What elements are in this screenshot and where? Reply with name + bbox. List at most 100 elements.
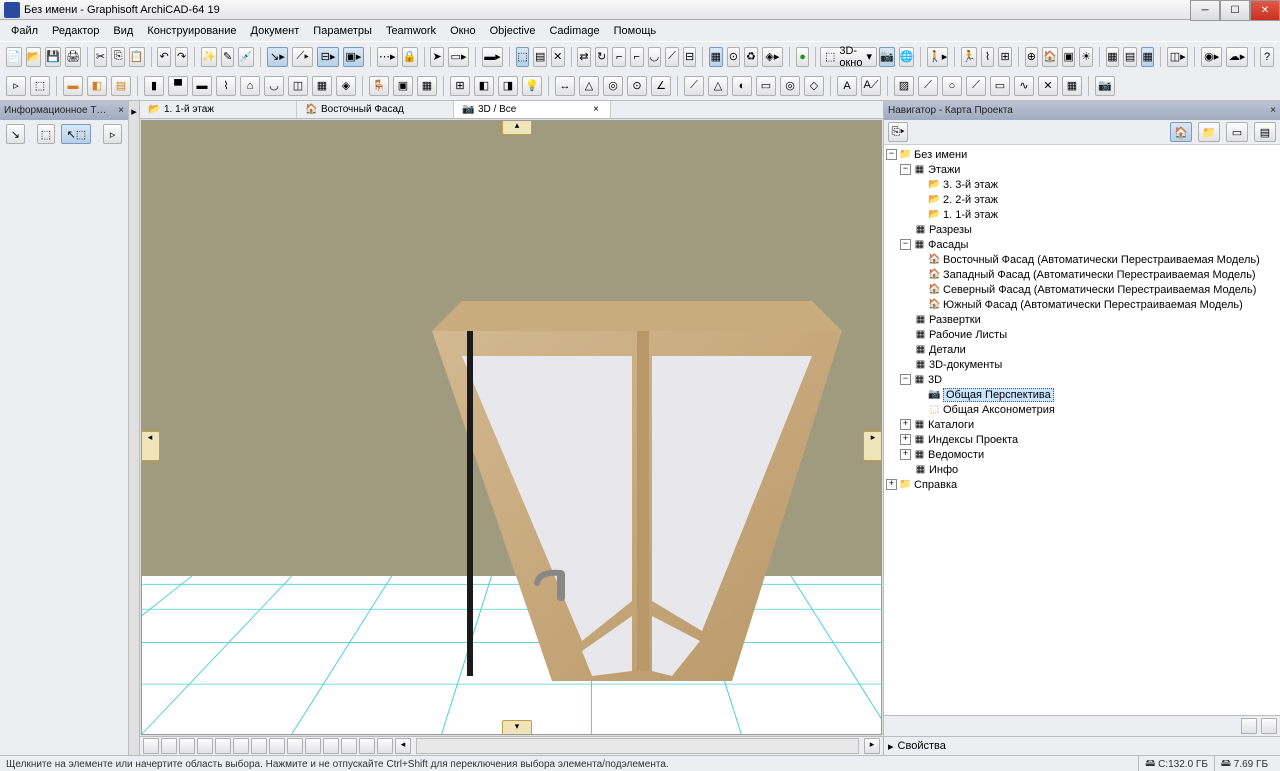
column-tool[interactable]: ▮ bbox=[144, 76, 164, 96]
palette-button[interactable]: ▤ bbox=[1123, 47, 1137, 67]
vbtn-11[interactable] bbox=[323, 738, 339, 754]
new-button[interactable]: 📄 bbox=[6, 47, 22, 67]
adjust-button[interactable]: ⊟ bbox=[683, 47, 697, 67]
tree-elev-north[interactable]: 🏠Северный Фасад (Автоматически Перестраи… bbox=[886, 282, 1278, 297]
vbtn-12[interactable] bbox=[341, 738, 357, 754]
tab-3d[interactable]: 📷 3D / Все × bbox=[454, 101, 611, 118]
object-tool[interactable]: 🪑 bbox=[369, 76, 389, 96]
navigator-button[interactable]: ▦ bbox=[1141, 47, 1155, 67]
nav-mode-button[interactable]: ⎘▸ bbox=[888, 122, 908, 142]
object-button[interactable]: ⊞ bbox=[998, 47, 1012, 67]
tree-elev-west[interactable]: 🏠Западный Фасад (Автоматически Перестраи… bbox=[886, 267, 1278, 282]
info-panel-header[interactable]: Информационное Т… × bbox=[0, 101, 128, 120]
marquee-button[interactable]: ▭▸ bbox=[448, 47, 469, 67]
menu-design[interactable]: Конструирование bbox=[147, 25, 236, 37]
nav-settings-button[interactable] bbox=[1241, 718, 1257, 734]
zone-button[interactable]: ▣ bbox=[1062, 47, 1076, 67]
info-select-button[interactable]: ↖⬚ bbox=[61, 124, 91, 144]
ie-tool[interactable]: ◐ bbox=[732, 76, 752, 96]
menu-teamwork[interactable]: Teamwork bbox=[386, 25, 436, 37]
tab-close-icon[interactable]: × bbox=[590, 104, 602, 115]
navigator-header[interactable]: Навигатор - Карта Проекта × bbox=[884, 101, 1280, 120]
tree-info[interactable]: ▦Инфо bbox=[886, 462, 1278, 477]
snap-guide-2[interactable]: ⟋▸ bbox=[292, 47, 313, 67]
tree-indexes[interactable]: +▦Индексы Проекта bbox=[886, 432, 1278, 447]
maximize-button[interactable]: ☐ bbox=[1220, 0, 1250, 21]
content-button[interactable]: ▦ bbox=[1106, 47, 1120, 67]
tree-perspective[interactable]: 📷Общая Перспектива bbox=[886, 387, 1278, 402]
record-button[interactable]: ● bbox=[796, 47, 810, 67]
beam-tool[interactable]: ▀ bbox=[168, 76, 188, 96]
scroll-right-button[interactable]: ▸ bbox=[864, 738, 880, 754]
wall-button[interactable]: ▬▸ bbox=[482, 47, 503, 67]
spline-tool[interactable]: ∿ bbox=[1014, 76, 1034, 96]
toggle-1[interactable]: ⬚ bbox=[516, 47, 530, 67]
print-button[interactable]: 🖨 bbox=[65, 47, 81, 67]
viewport-3d[interactable]: ◂ ▸ ▴ ▾ bbox=[141, 120, 882, 735]
menu-help[interactable]: Помощь bbox=[614, 25, 657, 37]
tree-floor-2[interactable]: 📂2. 2-й этаж bbox=[886, 192, 1278, 207]
info-arrow-out-button[interactable]: ↘ bbox=[6, 124, 25, 144]
vbtn-13[interactable] bbox=[359, 738, 375, 754]
wall-tool[interactable]: ▬ bbox=[63, 76, 83, 96]
person-button[interactable]: 🏃 bbox=[961, 47, 977, 67]
tree-elev-south[interactable]: 🏠Южный Фасад (Автоматически Перестраивае… bbox=[886, 297, 1278, 312]
figure-tool[interactable]: ▦ bbox=[1062, 76, 1082, 96]
polyline-tool[interactable]: ⟋ bbox=[966, 76, 986, 96]
tree-lists[interactable]: +▦Ведомости bbox=[886, 447, 1278, 462]
fill-tool[interactable]: ▨ bbox=[894, 76, 914, 96]
tree-worksheets[interactable]: ▦Рабочие Листы bbox=[886, 327, 1278, 342]
arc-tool[interactable]: ○ bbox=[942, 76, 962, 96]
stairs-button[interactable]: ⌇ bbox=[981, 47, 995, 67]
info-marquee-button[interactable]: ⬚ bbox=[37, 124, 56, 144]
corner-tool[interactable]: ◨ bbox=[498, 76, 518, 96]
bottom-handle[interactable]: ▾ bbox=[502, 720, 532, 735]
tab-elevation[interactable]: 🏠 Восточный Фасад bbox=[297, 101, 454, 118]
grid-tool[interactable]: ⊞ bbox=[450, 76, 470, 96]
right-handle[interactable]: ▸ bbox=[863, 431, 882, 461]
info-arrow-button[interactable]: ▹ bbox=[103, 124, 122, 144]
toggle-3[interactable]: ✕ bbox=[551, 47, 565, 67]
nav-project-map-button[interactable]: 🏠 bbox=[1170, 122, 1192, 142]
walk-button[interactable]: 🚶▸ bbox=[927, 47, 948, 67]
window-combo[interactable]: ⬚ 3D-окно ▾ bbox=[820, 47, 877, 67]
close-button[interactable]: ✕ bbox=[1250, 0, 1280, 21]
tree-floors[interactable]: −▦Этажи bbox=[886, 162, 1278, 177]
dim-linear-tool[interactable]: ↔ bbox=[555, 76, 575, 96]
dim-radial-tool[interactable]: ⊙ bbox=[627, 76, 647, 96]
vbtn-2[interactable] bbox=[161, 738, 177, 754]
window-tool[interactable]: ▤ bbox=[111, 76, 131, 96]
drawing-tool[interactable]: ▭ bbox=[990, 76, 1010, 96]
roof-tool[interactable]: ⌂ bbox=[240, 76, 260, 96]
sun-button[interactable]: ☀ bbox=[1079, 47, 1093, 67]
slab-tool[interactable]: ▬ bbox=[192, 76, 212, 96]
magic-wand-button[interactable]: ✨ bbox=[201, 47, 217, 67]
select-tool[interactable]: ▹ bbox=[6, 76, 26, 96]
vbtn-1[interactable] bbox=[143, 738, 159, 754]
toggle-2[interactable]: ▤ bbox=[533, 47, 547, 67]
marquee-tool[interactable]: ⬚ bbox=[30, 76, 50, 96]
nav-publisher-button[interactable]: ▤ bbox=[1254, 122, 1276, 142]
cut-button[interactable]: ✂ bbox=[94, 47, 108, 67]
undo-button[interactable]: ↶ bbox=[157, 47, 171, 67]
change-tool[interactable]: ◇ bbox=[804, 76, 824, 96]
section-tool[interactable]: ⟋ bbox=[684, 76, 704, 96]
line-tool[interactable]: ⟋ bbox=[918, 76, 938, 96]
eyedropper-button[interactable]: ✎ bbox=[221, 47, 235, 67]
tree-floor-1[interactable]: 📂1. 1-й этаж bbox=[886, 207, 1278, 222]
stair-tool[interactable]: ⌇ bbox=[216, 76, 236, 96]
dropdown-2[interactable]: ◉▸ bbox=[1201, 47, 1222, 67]
detail-tool[interactable]: ◎ bbox=[780, 76, 800, 96]
minimize-button[interactable]: ─ bbox=[1190, 0, 1220, 21]
inject-button[interactable]: 💉 bbox=[238, 47, 254, 67]
nav-view-map-button[interactable]: 📁 bbox=[1198, 122, 1220, 142]
lamp-tool[interactable]: 💡 bbox=[522, 76, 542, 96]
vbtn-5[interactable] bbox=[215, 738, 231, 754]
mirror-button[interactable]: ⇄ bbox=[577, 47, 591, 67]
save-button[interactable]: 💾 bbox=[45, 47, 61, 67]
menu-document[interactable]: Документ bbox=[251, 25, 300, 37]
wall-end-tool[interactable]: ◧ bbox=[474, 76, 494, 96]
h-scrollbar[interactable] bbox=[416, 738, 859, 754]
tree-help[interactable]: +📁Справка bbox=[886, 477, 1278, 492]
trim-button[interactable]: ⌐ bbox=[612, 47, 626, 67]
